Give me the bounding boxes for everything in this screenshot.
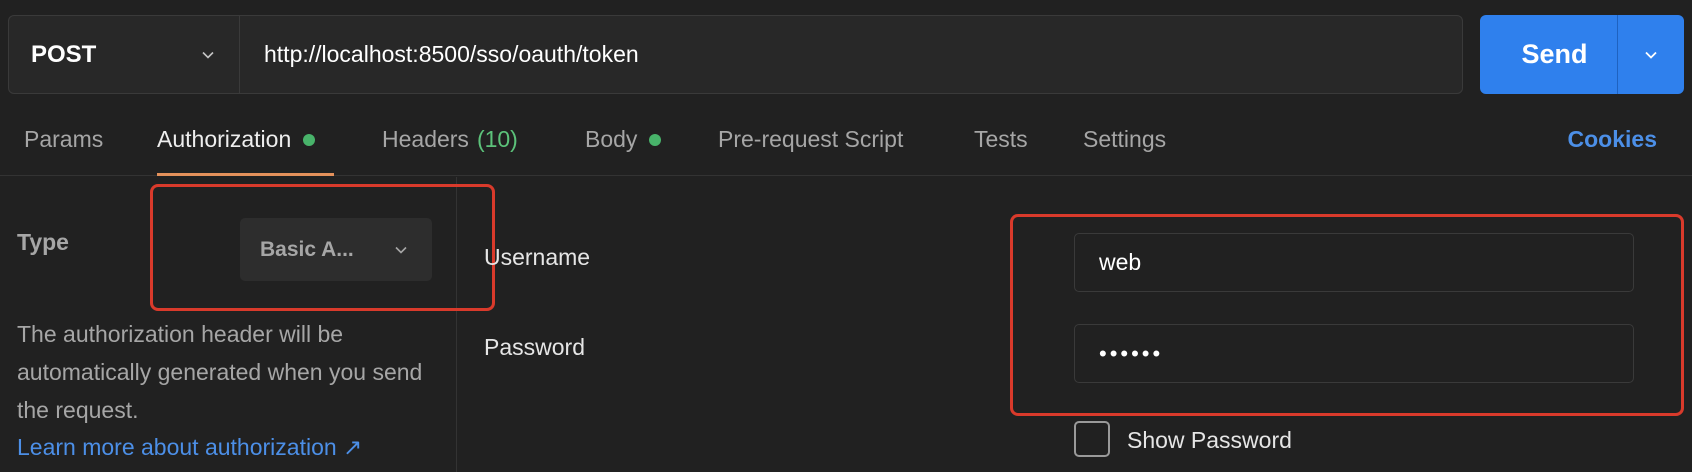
tab-body[interactable]: Body	[585, 126, 662, 153]
method-label: POST	[31, 40, 97, 68]
send-dropdown-button[interactable]	[1618, 15, 1684, 94]
tab-settings[interactable]: Settings	[1083, 126, 1166, 153]
tab-params[interactable]: Params	[24, 126, 103, 153]
tab-authorization[interactable]: Authorization	[157, 126, 316, 153]
auth-type-pane: Type Basic A... The authorization header…	[0, 177, 457, 472]
send-button[interactable]: Send	[1480, 15, 1618, 94]
password-label: Password	[484, 334, 585, 360]
show-password-checkbox[interactable]	[1074, 421, 1110, 457]
status-dot	[649, 133, 662, 146]
tab-pre-request-script[interactable]: Pre-request Script	[718, 126, 903, 153]
active-tab-indicator	[157, 173, 334, 176]
tab-settings-label: Settings	[1083, 126, 1167, 152]
tab-authorization-label: Authorization	[157, 126, 292, 152]
request-tabs: Params Authorization Headers (10) Body P…	[0, 100, 1692, 176]
tab-tests[interactable]: Tests	[974, 126, 1028, 153]
auth-description: The authorization header will be automat…	[17, 321, 423, 423]
tab-tests-label: Tests	[974, 126, 1028, 152]
username-field[interactable]: web	[1074, 233, 1634, 292]
tab-pre-request-script-label: Pre-request Script	[718, 126, 904, 152]
method-select[interactable]: POST	[9, 16, 240, 93]
chevron-down-icon	[395, 246, 407, 254]
url-input[interactable]: http://localhost:8500/sso/oauth/token	[240, 41, 639, 68]
tab-body-label: Body	[585, 126, 638, 152]
username-label: Username	[484, 244, 591, 270]
chevron-down-icon	[202, 51, 214, 59]
cookies-link[interactable]: Cookies	[1568, 126, 1657, 153]
tab-headers[interactable]: Headers (10)	[382, 126, 518, 153]
headers-count-badge: (10)	[476, 126, 518, 152]
password-field[interactable]: ••••••	[1074, 324, 1634, 383]
learn-more-link[interactable]: Learn more about authorization ↗	[17, 434, 362, 461]
auth-type-value: Basic A...	[260, 237, 354, 261]
auth-type-label: Type	[17, 229, 69, 255]
password-value: ••••••	[1099, 340, 1164, 366]
tab-headers-label: Headers	[382, 126, 469, 152]
username-value: web	[1099, 249, 1142, 275]
status-dot	[303, 133, 316, 146]
request-url-bar: POST http://localhost:8500/sso/oauth/tok…	[8, 15, 1463, 94]
send-button-group: Send	[1480, 15, 1684, 94]
auth-type-select[interactable]: Basic A...	[240, 218, 432, 281]
chevron-down-icon	[1645, 51, 1657, 59]
tab-params-label: Params	[24, 126, 104, 152]
show-password-label[interactable]: Show Password	[1127, 427, 1292, 454]
